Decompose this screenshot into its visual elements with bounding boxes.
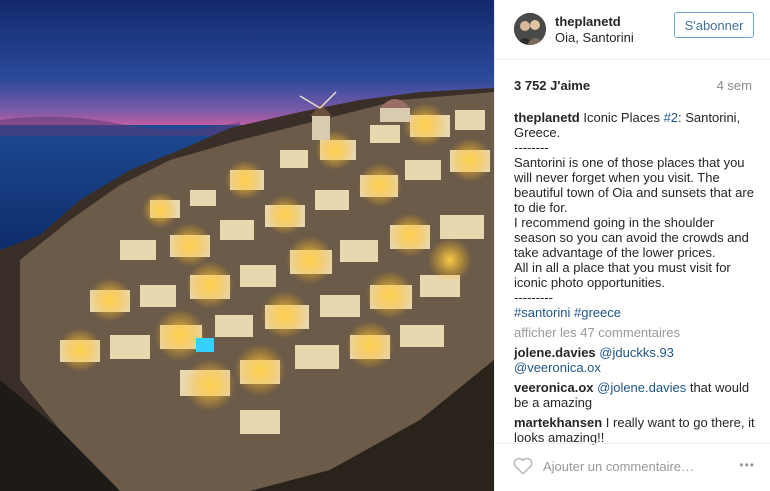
caption-title: Iconic Places [583,110,664,125]
instagram-post: theplanetd Oia, Santorini S'abonner 3 75… [0,0,770,491]
username-link[interactable]: theplanetd [555,14,621,29]
santorini-photo [0,0,494,491]
avatar[interactable] [514,13,546,45]
caption-hashtag-2[interactable]: #2 [664,110,678,125]
comment-author[interactable]: veeronica.ox [514,380,594,395]
heart-icon[interactable] [513,457,533,475]
likes-count[interactable]: 3 752 J'aime [514,78,590,93]
caption-body: -------- Santorini is one of those place… [514,140,754,305]
caption: theplanetd Iconic Places #2: Santorini, … [514,110,756,320]
hashtag-santorini[interactable]: #santorini [514,305,570,320]
comment: veeronica.ox @jolene.davies that would b… [514,380,756,410]
post-photo[interactable] [0,0,494,491]
caption-author[interactable]: theplanetd [514,110,580,125]
hashtag-greece[interactable]: #greece [574,305,621,320]
follow-button[interactable]: S'abonner [674,12,754,38]
comment-mention[interactable]: @veeronica.ox [514,360,601,375]
caption-hashtags: #santorini #greece [514,305,756,320]
comment-author[interactable]: jolene.davies [514,345,596,360]
comment: jolene.davies @jduckks.93 @veeronica.ox [514,345,756,375]
comment-footer: Ajouter un commentaire… ••• [495,443,770,491]
comment-mention[interactable]: @jolene.davies [597,380,686,395]
post-age[interactable]: 4 sem [717,78,752,93]
comment-author[interactable]: martekhansen [514,415,602,430]
comment: martekhansen I really want to go there, … [514,415,756,445]
view-all-comments-link[interactable]: afficher les 47 commentaires [514,325,756,340]
comment-mention[interactable]: @jduckks.93 [599,345,674,360]
more-options-icon[interactable]: ••• [739,458,755,472]
comments-section: theplanetd Iconic Places #2: Santorini, … [514,110,756,445]
post-header: theplanetd Oia, Santorini S'abonner [495,0,770,60]
avatar-image [514,13,546,45]
post-side-panel: theplanetd Oia, Santorini S'abonner 3 75… [494,0,770,491]
location-link[interactable]: Oia, Santorini [555,30,634,45]
add-comment-input[interactable]: Ajouter un commentaire… [543,459,694,474]
